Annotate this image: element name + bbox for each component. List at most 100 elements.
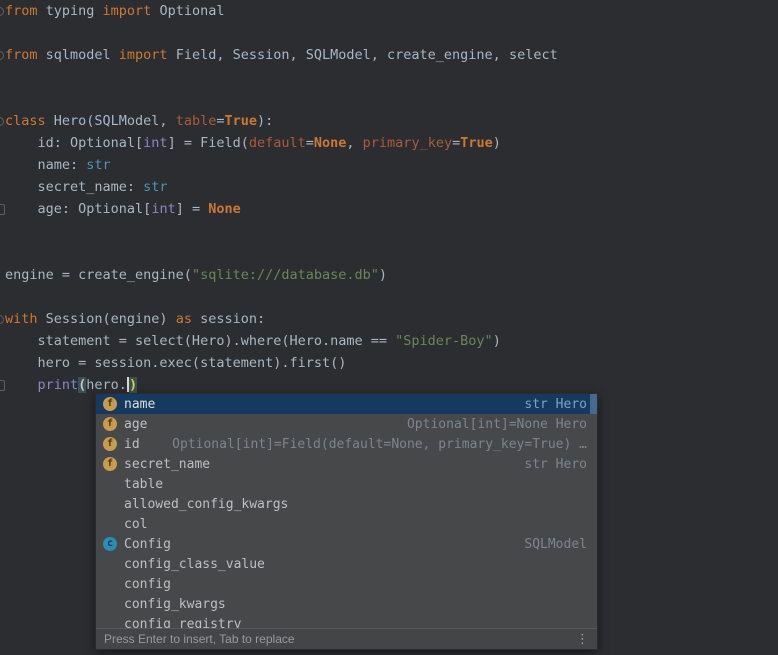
completion-label: config_class_value	[124, 557, 265, 572]
completion-label: col	[124, 517, 147, 532]
code-line[interactable]: with Session(engine) as session:	[0, 308, 778, 330]
code-token: engine = create_engine(	[5, 267, 192, 283]
autocomplete-popup: fnamestr HerofageOptional[int]=None Hero…	[95, 393, 598, 650]
code-token: str	[143, 179, 167, 195]
code-token: sqlmodel	[38, 47, 119, 63]
completion-item-config_kwargs[interactable]: config_kwargs	[96, 594, 597, 614]
code-line[interactable]	[0, 88, 778, 110]
code-line[interactable]: from typing import Optional	[0, 0, 778, 22]
code-token: table	[176, 113, 217, 129]
code-token: hero.	[86, 377, 127, 393]
code-line[interactable]: secret_name: str	[0, 176, 778, 198]
completion-item-secret_name[interactable]: fsecret_namestr Hero	[96, 454, 597, 474]
code-token: Optional	[151, 3, 224, 19]
code-token: ] = Field(	[168, 135, 249, 151]
code-line[interactable]	[0, 66, 778, 88]
code-token: name:	[5, 157, 86, 173]
code-token: int	[143, 135, 167, 151]
code-line[interactable]: id: Optional[int] = Field(default=None, …	[0, 132, 778, 154]
completion-item-age[interactable]: fageOptional[int]=None Hero	[96, 414, 597, 434]
code-token: import	[103, 3, 152, 19]
completion-type-hint: SQLModel	[524, 537, 597, 552]
popup-scrollbar[interactable]	[590, 394, 597, 414]
code-token: secret_name:	[5, 179, 143, 195]
code-token: True	[224, 113, 257, 129]
completion-label: table	[124, 477, 163, 492]
code-token	[5, 377, 38, 393]
completion-item-table[interactable]: table	[96, 474, 597, 494]
code-token: )	[493, 333, 501, 349]
completion-item-name[interactable]: fnamestr Hero	[96, 394, 597, 414]
code-token: None	[208, 201, 241, 217]
code-token: Session(engine)	[38, 311, 176, 327]
completion-item-Config[interactable]: c Config SQLModel	[96, 534, 597, 554]
completion-item-config_registry[interactable]: config_registry	[96, 614, 597, 628]
code-token: from	[5, 3, 38, 19]
code-token: statement = select(Hero).where(Hero.name…	[5, 333, 395, 349]
code-token: )	[379, 267, 387, 283]
code-line[interactable]: class Hero(SQLModel, table=True):	[0, 110, 778, 132]
completion-label: config	[124, 577, 171, 592]
code-token: default	[249, 135, 306, 151]
code-token: as	[176, 311, 192, 327]
completion-item-col[interactable]: col	[96, 514, 597, 534]
code-token: primary_key	[363, 135, 452, 151]
completion-type-hint: Optional[int]=Field(default=None, primar…	[172, 437, 597, 452]
code-editor[interactable]: from typing import Optionalfrom sqlmodel…	[0, 0, 778, 655]
completion-label: config_kwargs	[124, 597, 226, 612]
code-token: "Spider-Boy"	[395, 333, 493, 349]
completion-list: fnamestr HerofageOptional[int]=None Hero…	[96, 394, 597, 628]
gutter-marker-icon[interactable]	[0, 380, 5, 391]
code-token: with	[5, 311, 38, 327]
icon-spacer	[103, 617, 117, 628]
class-icon: c	[103, 537, 117, 551]
code-token: )	[493, 135, 501, 151]
code-line[interactable]	[0, 286, 778, 308]
completion-item-allowed_config_kwargs[interactable]: allowed_config_kwargs	[96, 494, 597, 514]
field-icon: f	[103, 417, 117, 431]
code-line[interactable]: name: str	[0, 154, 778, 176]
code-line[interactable]: hero = session.exec(statement).first()	[0, 352, 778, 374]
code-token: str	[86, 157, 110, 173]
field-icon: f	[103, 437, 117, 451]
code-line[interactable]	[0, 22, 778, 44]
completion-type-hint: str Hero	[524, 397, 597, 412]
gutter-marker-icon[interactable]	[0, 204, 5, 215]
completion-label: Config	[124, 537, 171, 552]
code-lines: from typing import Optionalfrom sqlmodel…	[0, 0, 778, 396]
code-token: None	[314, 135, 347, 151]
code-token: id: Optional[	[5, 135, 143, 151]
icon-spacer	[103, 477, 117, 491]
code-token: session:	[192, 311, 265, 327]
code-token: "sqlite:///database.db"	[192, 267, 379, 283]
code-token: )	[129, 377, 137, 393]
completion-item-id[interactable]: fid Optional[int]=Field(default=None, pri…	[96, 434, 597, 454]
code-line[interactable]: statement = select(Hero).where(Hero.name…	[0, 330, 778, 352]
code-token: hero = session.exec(statement).first()	[5, 355, 346, 371]
code-token: ] =	[176, 201, 209, 217]
code-token: class	[5, 113, 46, 129]
kebab-menu-icon[interactable]: ⋮	[576, 631, 589, 647]
completion-item-config_class_value[interactable]: config_class_value	[96, 554, 597, 574]
completion-label: name	[124, 397, 155, 412]
code-line[interactable]	[0, 242, 778, 264]
completion-label: config_registry	[124, 617, 241, 629]
code-token: Hero(SQLModel,	[46, 113, 176, 129]
icon-spacer	[103, 557, 117, 571]
completion-type-hint: str Hero	[524, 457, 597, 472]
code-line[interactable]	[0, 220, 778, 242]
code-token: int	[151, 201, 175, 217]
completion-item-config[interactable]: config	[96, 574, 597, 594]
code-token: Field, Session, SQLModel, create_engine,…	[168, 47, 558, 63]
code-line[interactable]: age: Optional[int] = None	[0, 198, 778, 220]
completion-label: id	[124, 437, 140, 452]
code-token: import	[119, 47, 168, 63]
code-token: age: Optional[	[5, 201, 151, 217]
code-token: from	[5, 47, 38, 63]
completion-label: allowed_config_kwargs	[124, 497, 288, 512]
code-line[interactable]: engine = create_engine("sqlite:///databa…	[0, 264, 778, 286]
code-line[interactable]: from sqlmodel import Field, Session, SQL…	[0, 44, 778, 66]
completion-footer: Press Enter to insert, Tab to replace ⋮	[96, 628, 597, 649]
icon-spacer	[103, 497, 117, 511]
code-token: typing	[38, 3, 103, 19]
